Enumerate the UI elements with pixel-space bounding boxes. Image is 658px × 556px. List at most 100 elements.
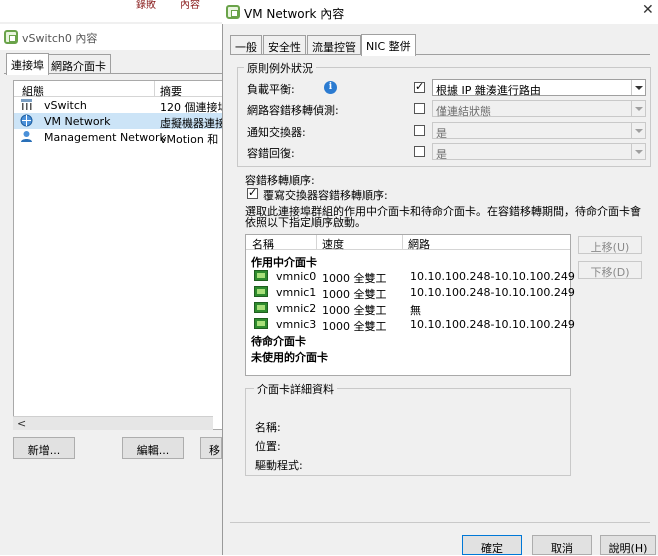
nic-speed: 1000 全雙工	[322, 320, 387, 333]
nic-row-vmnic0[interactable]: vmnic0 1000 全雙工 10.10.100.248-10.10.100.…	[246, 269, 575, 285]
port-row-vm-network[interactable]: VM Network 虛擬機器連接	[14, 113, 231, 130]
remove-button[interactable]: 移	[200, 437, 222, 459]
port-summary: vMotion 和 IP	[160, 133, 232, 146]
notify-switches-select[interactable]: 是	[432, 122, 646, 140]
vswitch-title-bar: vSwitch0 內容	[0, 24, 230, 50]
load-balancing-value: 根據 IP 雜湊進行路由	[436, 84, 541, 97]
load-balancing-select[interactable]: 根據 IP 雜湊進行路由	[432, 79, 646, 97]
help-button[interactable]: 說明(H)	[600, 535, 656, 555]
nic-speed: 1000 全雙工	[322, 272, 387, 285]
tab-traffic-shaping-label: 流量控管	[312, 41, 356, 54]
port-name: Management Network	[44, 131, 166, 144]
port-name: vSwitch	[44, 99, 87, 112]
nic-network: 無	[410, 304, 421, 317]
detail-name-label: 名稱:	[255, 421, 281, 434]
edit-button[interactable]: 編輯...	[122, 437, 184, 459]
chevron-down-icon	[631, 101, 645, 116]
load-balancing-checkbox[interactable]	[414, 80, 425, 93]
nic-name: vmnic0	[276, 270, 317, 283]
tab-divider	[230, 54, 650, 55]
vswitch-window-title: vSwitch0 內容	[22, 32, 98, 45]
vm-network-icon	[20, 114, 33, 127]
dialog-title-bar: VM Network 內容 ✕	[222, 0, 658, 24]
nic-icon	[254, 318, 268, 329]
failback-select[interactable]: 是	[432, 143, 646, 161]
adapter-details-label: 介面卡詳細資料	[254, 381, 337, 397]
unused-adapters-section: 未使用的介面卡	[251, 351, 328, 364]
panel-bottom-divider	[230, 522, 650, 523]
background-top-strip: 錄敗 內容	[0, 0, 230, 22]
notify-switches-value: 是	[436, 127, 447, 140]
failover-detection-value: 僅連結狀態	[436, 105, 491, 118]
tab-security-label: 安全性	[268, 41, 301, 54]
port-row-vswitch[interactable]: vSwitch 120 個連接埠	[14, 97, 231, 114]
nic-network: 10.10.100.248-10.10.100.249	[410, 318, 575, 331]
dialog-title: VM Network 內容	[244, 7, 345, 21]
top-strip-text-1: 錄敗	[136, 0, 156, 11]
chevron-down-icon	[631, 144, 645, 159]
switch-icon	[21, 99, 32, 110]
ok-button[interactable]: 確定	[462, 535, 522, 555]
override-failover-label[interactable]: 覆寫交換器容錯移轉順序:	[263, 187, 388, 203]
tab-ports-label: 連接埠	[11, 59, 44, 72]
tab-nic-teaming[interactable]: NIC 整併	[361, 34, 416, 56]
nic-name: vmnic1	[276, 286, 317, 299]
chevron-down-icon	[631, 80, 645, 95]
nic-row-vmnic1[interactable]: vmnic1 1000 全雙工 10.10.100.248-10.10.100.…	[246, 285, 575, 301]
port-row-management-network[interactable]: Management Network vMotion 和 IP	[14, 129, 232, 146]
port-list-horizontal-scrollbar[interactable]: <	[13, 416, 213, 430]
override-failover-checkbox[interactable]	[247, 186, 258, 199]
dialog-tab-strip: 一般 安全性 流量控管 NIC 整併	[230, 34, 650, 56]
column-speed[interactable]: 速度	[322, 236, 344, 252]
column-network[interactable]: 網路	[408, 236, 430, 252]
nic-name: vmnic2	[276, 302, 317, 315]
port-list-header: 組態 摘要	[14, 81, 231, 98]
move-down-button[interactable]: 下移(D)	[578, 261, 642, 279]
nic-network: 10.10.100.248-10.10.100.249	[410, 270, 575, 283]
tab-traffic-shaping[interactable]: 流量控管	[307, 35, 361, 55]
nic-adapter-list[interactable]: 名稱 速度 網路 作用中介面卡 vmnic0 1000 全雙工 10.10.10…	[245, 234, 575, 376]
tab-ports[interactable]: 連接埠	[6, 53, 49, 75]
nic-list-header: 名稱 速度 網路	[246, 235, 570, 252]
column-separator	[316, 235, 317, 250]
close-icon[interactable]: ✕	[642, 2, 654, 18]
cancel-button[interactable]: 取消	[532, 535, 592, 555]
detail-driver-label: 驅動程式:	[255, 459, 303, 472]
failover-detection-checkbox[interactable]	[414, 103, 425, 114]
management-network-icon	[21, 131, 32, 142]
notify-switches-checkbox[interactable]	[414, 125, 425, 136]
tab-security[interactable]: 安全性	[263, 35, 306, 55]
tab-network-adapters[interactable]: 網路介面卡	[46, 54, 111, 74]
nic-speed: 1000 全雙工	[322, 304, 387, 317]
tab-general-label: 一般	[235, 41, 257, 54]
column-separator	[154, 81, 155, 97]
nic-network: 10.10.100.248-10.10.100.249	[410, 286, 575, 299]
info-icon[interactable]: i	[324, 81, 337, 94]
load-balancing-label: 負載平衡:	[247, 83, 295, 96]
nic-speed: 1000 全雙工	[322, 288, 387, 301]
column-separator	[402, 235, 403, 250]
standby-adapters-section: 待命介面卡	[251, 335, 306, 348]
failback-value: 是	[436, 148, 447, 161]
failback-label: 容錯回復:	[247, 147, 295, 160]
nic-icon	[254, 286, 268, 297]
failover-detection-select[interactable]: 僅連結狀態	[432, 100, 646, 118]
nic-row-vmnic3[interactable]: vmnic3 1000 全雙工 10.10.100.248-10.10.100.…	[246, 317, 575, 333]
notify-switches-label: 通知交換器:	[247, 126, 306, 139]
failback-checkbox[interactable]	[414, 146, 425, 157]
vsphere-window-icon	[226, 5, 240, 19]
failover-description-line-2: 依照以下指定順序啟動。	[245, 216, 366, 229]
nic-row-vmnic2[interactable]: vmnic2 1000 全雙工 無	[246, 301, 570, 317]
scroll-left-icon[interactable]: <	[17, 417, 26, 430]
port-name: VM Network	[44, 115, 111, 128]
tab-general[interactable]: 一般	[230, 35, 262, 55]
add-button[interactable]: 新增...	[13, 437, 75, 459]
port-list[interactable]: 組態 摘要 vSwitch 120 個連接埠 VM Network 虛擬機器連接…	[13, 80, 232, 430]
tab-network-adapters-label: 網路介面卡	[51, 60, 106, 73]
move-up-button[interactable]: 上移(U)	[578, 236, 642, 254]
column-name[interactable]: 名稱	[252, 236, 274, 252]
top-strip-text-2: 內容	[180, 0, 200, 11]
nic-icon	[254, 302, 268, 313]
nic-name: vmnic3	[276, 318, 317, 331]
nic-icon	[254, 270, 268, 281]
